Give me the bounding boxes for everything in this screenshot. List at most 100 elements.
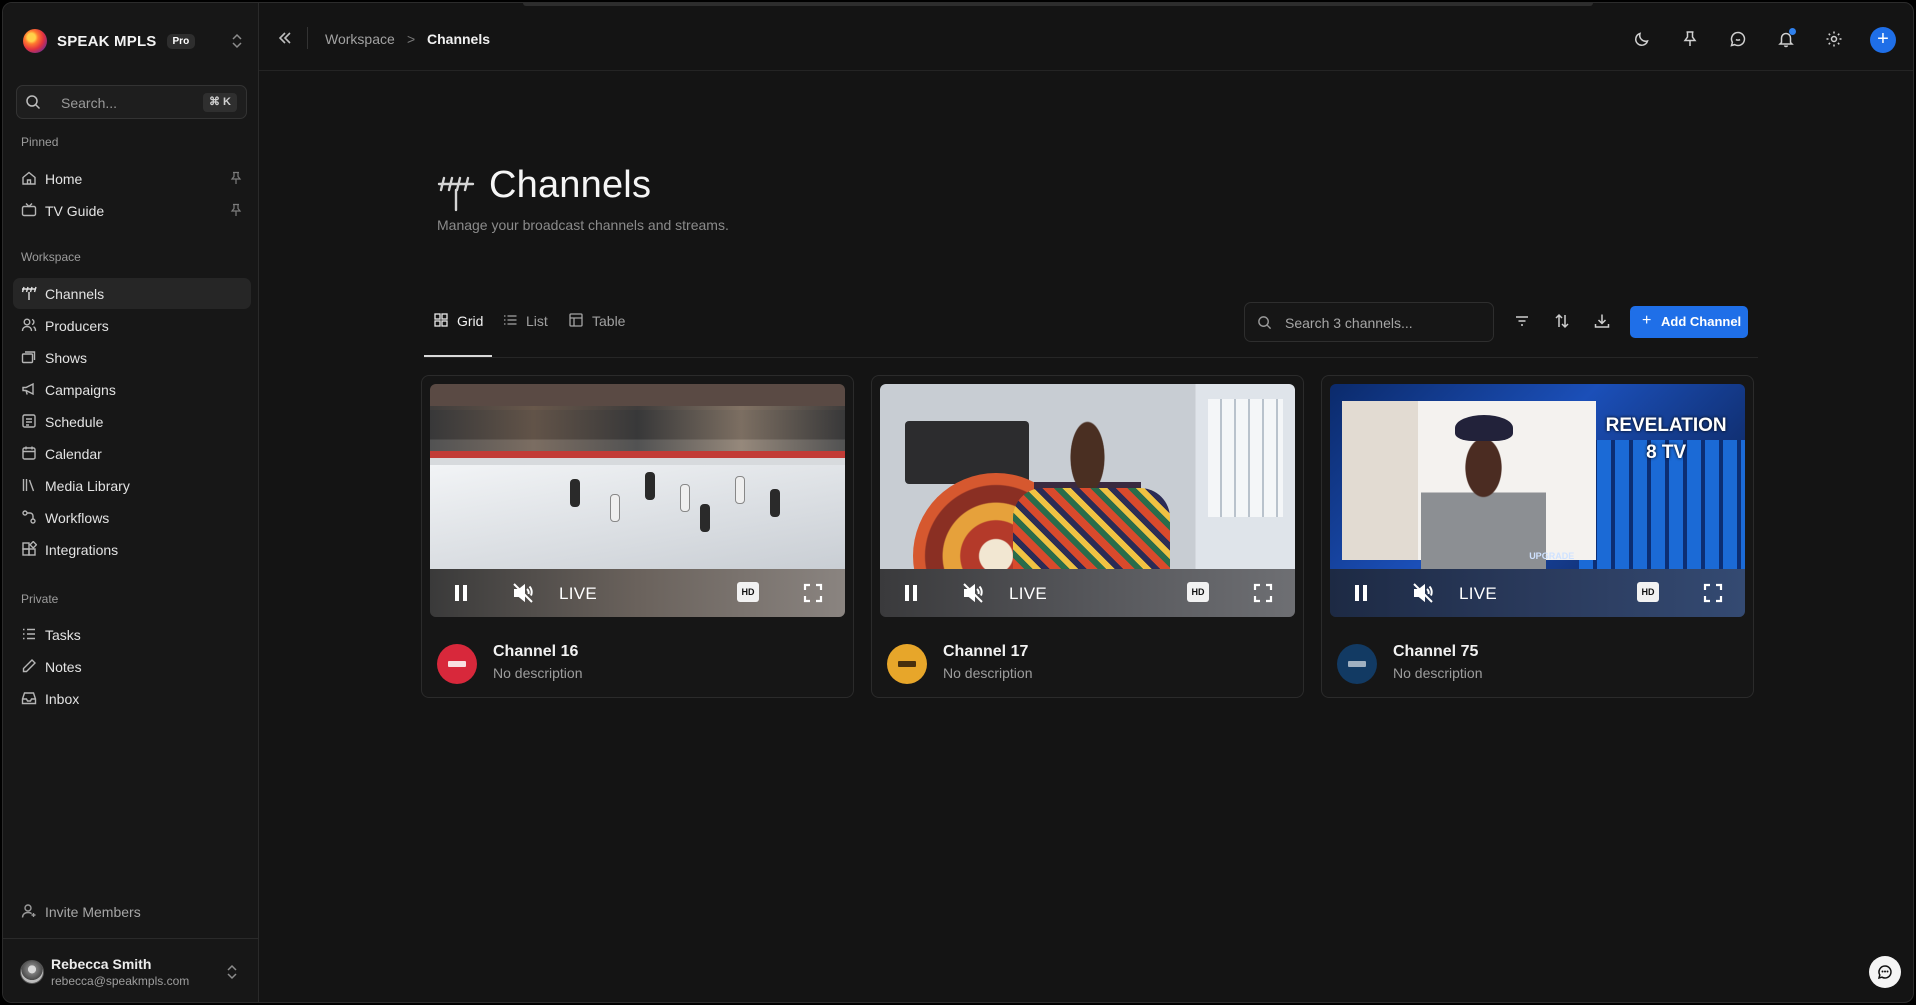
sidebar-item-workflows[interactable]: Workflows bbox=[13, 502, 251, 533]
tab-label: Grid bbox=[457, 313, 484, 329]
antenna-icon bbox=[21, 286, 37, 300]
tab-label: Table bbox=[592, 313, 626, 329]
chevron-updown-icon[interactable] bbox=[225, 963, 239, 981]
sidebar-item-integrations[interactable]: Integrations bbox=[13, 534, 251, 565]
sidebar-item-label: Tasks bbox=[45, 627, 81, 643]
pause-icon[interactable] bbox=[900, 582, 922, 604]
chevron-updown-icon[interactable] bbox=[229, 32, 245, 50]
pin-icon[interactable] bbox=[229, 203, 243, 217]
channel-card[interactable]: REVELATION 8 TV UPGRADE LIVE HD Channel … bbox=[1321, 375, 1754, 698]
support-chat-button[interactable] bbox=[1869, 956, 1901, 988]
live-indicator: LIVE bbox=[1459, 584, 1498, 603]
list-icon bbox=[504, 315, 517, 325]
schedule-icon bbox=[22, 414, 36, 428]
divider bbox=[307, 27, 308, 49]
sidebar-item-notes[interactable]: Notes bbox=[13, 651, 251, 682]
player-controls: LIVE HD bbox=[880, 569, 1295, 617]
sidebar-item-home[interactable]: Home bbox=[13, 163, 251, 194]
add-channel-button[interactable]: + Add Channel bbox=[1630, 306, 1748, 338]
fullscreen-icon[interactable] bbox=[802, 582, 824, 604]
user-menu[interactable]: Rebecca Smith rebecca@speakmpls.com bbox=[3, 938, 259, 1002]
video-frame[interactable] bbox=[880, 384, 1295, 617]
workspace-switcher[interactable]: SPEAK MPLS Pro bbox=[23, 29, 249, 53]
home-icon bbox=[22, 171, 36, 185]
sidebar-item-label: Integrations bbox=[45, 542, 119, 558]
sidebar-item-producers[interactable]: Producers bbox=[13, 310, 251, 341]
search-placeholder: Search 3 channels... bbox=[1285, 315, 1413, 331]
filter-icon[interactable] bbox=[1513, 312, 1531, 330]
moon-icon[interactable] bbox=[1633, 30, 1651, 48]
download-icon[interactable] bbox=[1593, 312, 1611, 330]
video-caption: UPGRADE bbox=[1529, 550, 1575, 561]
sidebar-item-campaigns[interactable]: Campaigns bbox=[13, 374, 251, 405]
search-shortcut: ⌘ K bbox=[203, 93, 237, 112]
sidebar-item-label: Shows bbox=[45, 350, 88, 366]
muted-icon[interactable] bbox=[512, 582, 534, 604]
sort-icon[interactable] bbox=[1553, 312, 1571, 330]
gear-icon[interactable] bbox=[1825, 30, 1843, 48]
tabs-divider bbox=[424, 357, 1758, 358]
pin-icon[interactable] bbox=[1681, 30, 1699, 48]
add-channel-label: Add Channel bbox=[1661, 314, 1742, 329]
user-plus-icon bbox=[21, 904, 36, 918]
video-frame[interactable]: REVELATION 8 TV UPGRADE bbox=[1330, 384, 1745, 569]
antenna-icon bbox=[437, 176, 475, 212]
channel-name: Channel 75 bbox=[1393, 643, 1479, 660]
user-name: Rebecca Smith bbox=[51, 956, 152, 972]
workflow-icon bbox=[22, 510, 36, 524]
channel-card[interactable]: LIVE HD Channel 17 No description bbox=[871, 375, 1304, 698]
pause-icon[interactable] bbox=[1350, 582, 1372, 604]
tab-label: List bbox=[526, 313, 548, 329]
create-button[interactable]: + bbox=[1870, 27, 1896, 53]
sidebar-item-media-library[interactable]: Media Library bbox=[13, 470, 251, 501]
muted-icon[interactable] bbox=[962, 582, 984, 604]
sidebar-item-label: Notes bbox=[45, 659, 82, 675]
muted-icon[interactable] bbox=[1412, 582, 1434, 604]
sidebar-item-tv-guide[interactable]: TV Guide bbox=[13, 195, 251, 226]
sidebar-item-tasks[interactable]: Tasks bbox=[13, 619, 251, 650]
video-player[interactable]: LIVE HD bbox=[880, 384, 1295, 617]
integrations-icon bbox=[22, 541, 37, 556]
video-player[interactable]: LIVE HD bbox=[430, 384, 845, 617]
channel-logo bbox=[1337, 644, 1377, 684]
calendar-icon bbox=[22, 446, 36, 460]
invite-members-button[interactable]: Invite Members bbox=[13, 897, 251, 925]
sidebar-search[interactable]: Search... ⌘ K bbox=[16, 85, 247, 119]
sidebar-item-calendar[interactable]: Calendar bbox=[13, 438, 251, 469]
player-controls: LIVE HD bbox=[430, 569, 845, 617]
fullscreen-icon[interactable] bbox=[1252, 582, 1274, 604]
sidebar-item-schedule[interactable]: Schedule bbox=[13, 406, 251, 437]
sidebar-item-inbox[interactable]: Inbox bbox=[13, 683, 251, 714]
player-controls: LIVE HD bbox=[1330, 569, 1745, 617]
sidebar: SPEAK MPLS Pro Search... ⌘ K Pinned Home… bbox=[3, 3, 259, 1002]
channel-search-input[interactable]: Search 3 channels... bbox=[1244, 302, 1494, 342]
pause-icon[interactable] bbox=[450, 582, 472, 604]
sidebar-item-shows[interactable]: Shows bbox=[13, 342, 251, 373]
fullscreen-icon[interactable] bbox=[1702, 582, 1724, 604]
hd-badge[interactable]: HD bbox=[1637, 582, 1659, 602]
collapse-sidebar-icon[interactable] bbox=[277, 30, 293, 46]
video-frame[interactable] bbox=[430, 384, 845, 569]
breadcrumb-separator: > bbox=[407, 31, 416, 47]
breadcrumb-channels: Channels bbox=[427, 31, 491, 47]
sidebar-item-channels[interactable]: Channels bbox=[13, 278, 251, 309]
page-title: Channels bbox=[489, 164, 652, 206]
table-icon bbox=[569, 313, 583, 327]
video-player[interactable]: REVELATION 8 TV UPGRADE LIVE HD bbox=[1330, 384, 1745, 617]
sidebar-item-label: Home bbox=[45, 171, 83, 187]
channel-name: Channel 16 bbox=[493, 643, 579, 660]
breadcrumb-workspace[interactable]: Workspace bbox=[325, 31, 395, 47]
channel-card[interactable]: LIVE HD Channel 16 No description bbox=[421, 375, 854, 698]
sidebar-item-label: TV Guide bbox=[45, 203, 105, 219]
video-overlay-text: REVELATION 8 TV bbox=[1605, 414, 1727, 463]
hd-badge[interactable]: HD bbox=[1187, 582, 1209, 602]
sidebar-item-label: Media Library bbox=[45, 478, 130, 494]
plan-badge: Pro bbox=[166, 33, 196, 49]
users-icon bbox=[21, 318, 37, 332]
hd-badge[interactable]: HD bbox=[737, 582, 759, 602]
active-tab-indicator bbox=[424, 355, 492, 357]
pin-icon[interactable] bbox=[229, 171, 243, 185]
avatar bbox=[20, 960, 44, 984]
chat-icon[interactable] bbox=[1729, 30, 1747, 48]
sidebar-item-label: Channels bbox=[45, 286, 105, 302]
